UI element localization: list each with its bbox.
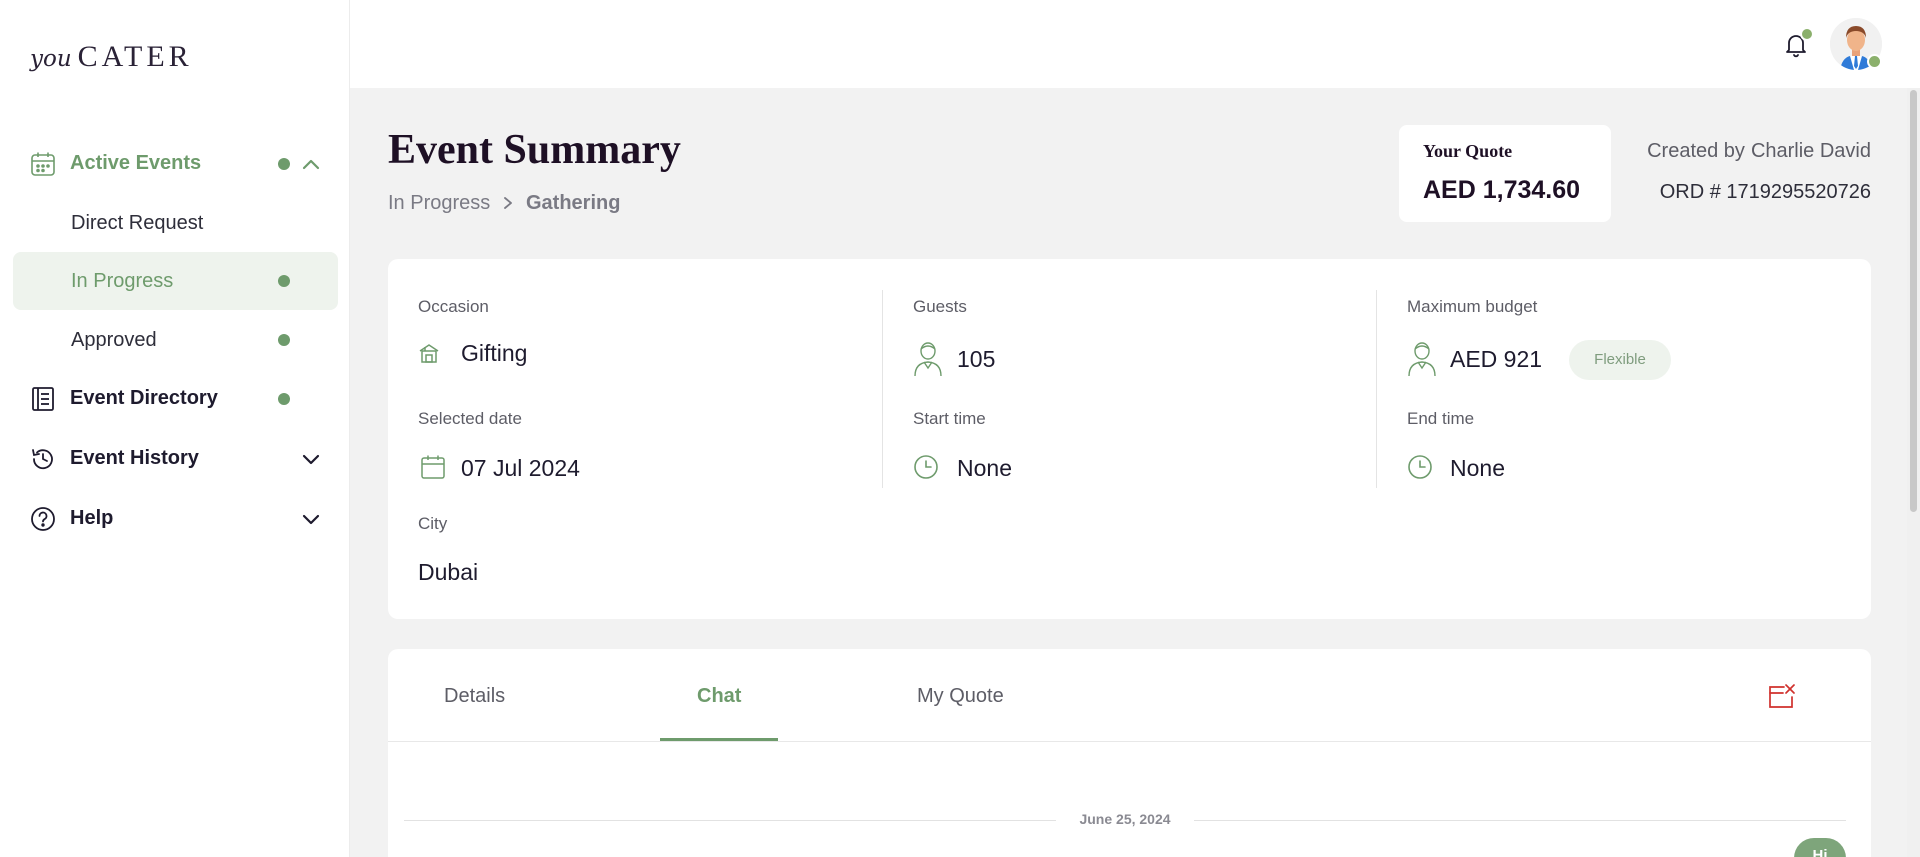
- sidebar-item-label: Approved: [71, 329, 157, 351]
- divider: [882, 290, 883, 488]
- start-time-value: None: [957, 455, 1012, 481]
- status-dot: [278, 393, 290, 405]
- chat-date-label: June 25, 2024: [1079, 811, 1171, 827]
- sidebar-item-event-history[interactable]: Event History: [13, 430, 338, 488]
- budget-value: AED 921: [1450, 346, 1543, 372]
- end-time-label: End time: [1407, 409, 1475, 428]
- status-dot: [278, 275, 290, 287]
- tab-chat[interactable]: Chat: [697, 685, 741, 708]
- sidebar: you CATER Active Events Direct Request I…: [0, 0, 350, 857]
- start-time-label: Start time: [913, 409, 986, 428]
- end-time-value: None: [1450, 455, 1505, 481]
- occasion-label: Occasion: [418, 297, 489, 316]
- guests-value: 105: [957, 346, 996, 372]
- quote-label: Your Quote: [1423, 141, 1513, 161]
- person-icon: [914, 342, 942, 377]
- divider: [388, 741, 1871, 742]
- sidebar-item-approved[interactable]: Approved: [13, 311, 338, 369]
- notification-badge: [1800, 27, 1814, 41]
- online-status-dot: [1867, 54, 1882, 69]
- top-bar: [350, 0, 1920, 88]
- occasion-value: Gifting: [461, 340, 528, 366]
- sidebar-item-in-progress[interactable]: In Progress: [13, 252, 338, 310]
- status-dot: [278, 158, 290, 170]
- directory-icon: [32, 387, 54, 411]
- sidebar-item-label: In Progress: [71, 270, 174, 292]
- city-value: Dubai: [418, 559, 479, 585]
- scrollbar-thumb[interactable]: [1910, 90, 1917, 512]
- cancel-event-icon[interactable]: [1767, 682, 1797, 710]
- history-icon: [32, 449, 53, 470]
- selected-date-value: 07 Jul 2024: [461, 455, 580, 481]
- breadcrumb-gathering: Gathering: [526, 192, 621, 214]
- flexible-badge: Flexible: [1569, 340, 1671, 380]
- selected-date-label: Selected date: [418, 409, 522, 428]
- tab-my-quote[interactable]: My Quote: [917, 685, 1004, 708]
- sidebar-item-label: Direct Request: [71, 212, 204, 234]
- logo-cater: CATER: [77, 40, 193, 73]
- person-icon: [1408, 342, 1436, 377]
- divider: [1194, 820, 1846, 821]
- event-summary-card: [388, 259, 1871, 619]
- budget-label: Maximum budget: [1407, 297, 1538, 316]
- city-label: City: [418, 514, 448, 533]
- quote-card: Your Quote AED 1,734.60: [1399, 125, 1611, 222]
- chevron-down-icon[interactable]: [300, 448, 322, 470]
- page-title: Event Summary: [388, 127, 681, 173]
- sidebar-item-label: Event Directory: [70, 387, 218, 409]
- chevron-right-icon: [504, 197, 512, 209]
- calendar-icon: [31, 152, 55, 176]
- calendar-icon: [421, 455, 445, 479]
- clock-icon: [1408, 455, 1432, 479]
- sidebar-item-label: Help: [70, 507, 114, 529]
- logo[interactable]: you CATER: [30, 40, 193, 74]
- sidebar-item-direct-request[interactable]: Direct Request: [13, 194, 338, 252]
- logo-you: you: [30, 46, 72, 72]
- divider: [1376, 290, 1377, 488]
- created-by: Created by Charlie David: [1641, 140, 1871, 163]
- gift-icon: [419, 344, 439, 363]
- breadcrumb-in-progress[interactable]: In Progress: [388, 192, 490, 215]
- help-icon: [31, 507, 55, 531]
- sidebar-item-help[interactable]: Help: [13, 490, 338, 548]
- sidebar-item-event-directory[interactable]: Event Directory: [13, 370, 338, 428]
- chevron-up-icon[interactable]: [300, 153, 322, 175]
- sidebar-item-label: Event History: [70, 447, 199, 469]
- chevron-down-icon[interactable]: [300, 508, 322, 530]
- quote-value: AED 1,734.60: [1423, 176, 1581, 204]
- divider: [404, 820, 1056, 821]
- sidebar-item-label: Active Events: [70, 152, 202, 174]
- scrollbar[interactable]: [1907, 88, 1920, 857]
- created-by-name: Charlie David: [1750, 140, 1871, 162]
- clock-icon: [914, 455, 938, 479]
- order-number: ORD # 1719295520726: [1659, 181, 1871, 203]
- status-dot: [278, 334, 290, 346]
- sidebar-item-active-events[interactable]: Active Events: [13, 135, 338, 193]
- guests-label: Guests: [913, 297, 967, 316]
- tab-details[interactable]: Details: [444, 685, 505, 708]
- created-by-label: Created by: [1647, 140, 1745, 162]
